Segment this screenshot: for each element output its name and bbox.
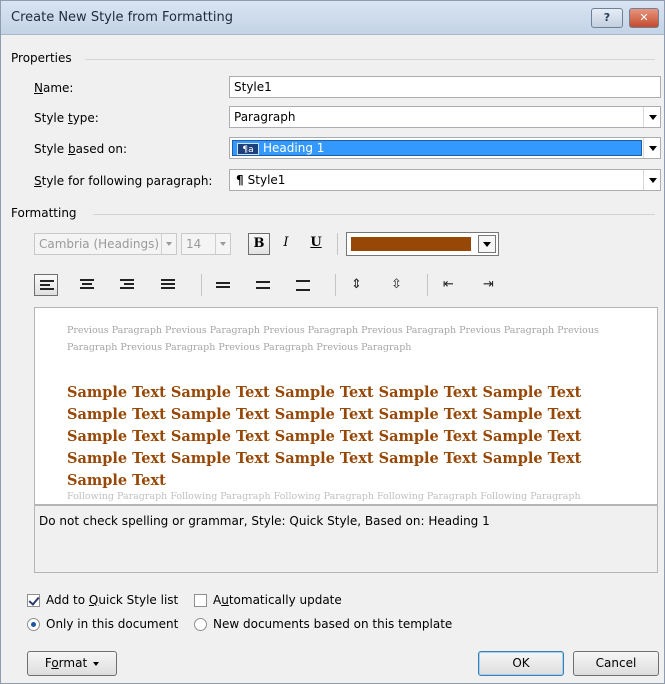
sample-text: Sample Text Sample Text Sample Text Samp… [67, 384, 582, 489]
font-size-value: 14 [186, 237, 202, 251]
single-spacing-icon [216, 279, 230, 291]
previous-paragraph-text: Previous Paragraph Previous Paragraph Pr… [67, 325, 599, 353]
align-right-button[interactable] [115, 274, 139, 296]
increase-paragraph-spacing-button[interactable]: ⇕ [347, 274, 371, 296]
properties-group-label: Properties [11, 51, 72, 65]
align-right-icon [120, 279, 134, 291]
toolbar-separator [337, 233, 338, 255]
following-paragraph-value: Style1 [247, 173, 286, 187]
caret-down-icon [93, 661, 100, 666]
add-quick-style-label: Add to Quick Style list [46, 593, 179, 607]
style-description: Do not check spelling or grammar, Style:… [34, 505, 658, 573]
based-on-label: Style based on: [34, 142, 128, 156]
chevron-down-icon[interactable] [643, 138, 660, 158]
italic-button[interactable]: I [275, 233, 297, 255]
following-paragraph-text: Following Paragraph Following Paragraph … [67, 491, 581, 502]
single-spacing-button[interactable] [211, 274, 235, 296]
format-button-label: Format [44, 656, 88, 670]
new-documents-radio[interactable] [194, 618, 207, 631]
dialog-title: Create New Style from Formatting [11, 10, 233, 25]
toolbar-separator [427, 274, 428, 296]
double-spacing-button[interactable] [291, 274, 315, 296]
increase-indent-icon: ⇥ [483, 277, 494, 292]
increase-spacing-icon: ⇕ [351, 277, 362, 292]
double-spacing-icon [296, 279, 310, 291]
align-center-button[interactable] [75, 274, 99, 296]
align-left-icon [40, 280, 54, 292]
style-preview: Previous Paragraph Previous Paragraph Pr… [34, 307, 658, 505]
auto-update-checkbox[interactable] [194, 594, 207, 607]
formatting-divider [93, 214, 655, 215]
underline-button[interactable]: U [305, 233, 327, 255]
following-paragraph-select[interactable]: ¶ Style1 [229, 169, 661, 191]
based-on-value: Heading 1 [263, 141, 325, 155]
chevron-down-icon[interactable] [161, 234, 176, 254]
align-center-icon [80, 279, 94, 291]
ok-button[interactable]: OK [478, 651, 564, 676]
linked-style-icon: ¶a [237, 143, 259, 155]
toolbar-separator [201, 274, 202, 296]
style-type-select[interactable]: Paragraph [229, 106, 661, 128]
style-type-label: Style type: [34, 111, 99, 125]
decrease-spacing-icon: ⇳ [391, 277, 402, 292]
decrease-indent-icon: ⇤ [443, 277, 454, 292]
name-label: Name: [34, 81, 74, 95]
style-type-value: Paragraph [234, 110, 296, 124]
create-style-dialog: Create New Style from Formatting ? ✕ Pro… [0, 0, 665, 684]
justify-icon [161, 279, 175, 291]
one-half-spacing-button[interactable] [251, 274, 275, 296]
toolbar-separator [335, 274, 336, 296]
font-color-picker[interactable] [346, 232, 499, 256]
decrease-paragraph-spacing-button[interactable]: ⇳ [387, 274, 411, 296]
bold-button[interactable]: B [248, 233, 270, 255]
based-on-select[interactable]: ¶a Heading 1 [229, 137, 661, 159]
chevron-down-icon[interactable] [643, 107, 660, 127]
one-half-spacing-icon [256, 279, 270, 291]
chevron-down-icon[interactable] [643, 170, 660, 190]
cancel-button[interactable]: Cancel [573, 651, 659, 676]
new-documents-label: New documents based on this template [213, 617, 453, 631]
align-left-button[interactable] [34, 274, 58, 296]
font-name-select[interactable]: Cambria (Headings) [34, 233, 177, 255]
font-color-swatch [351, 237, 471, 251]
paragraph-mark-icon: ¶ [236, 173, 244, 187]
name-input[interactable]: Style1 [229, 76, 661, 98]
formatting-group-label: Formatting [11, 206, 77, 220]
decrease-indent-button[interactable]: ⇤ [439, 274, 463, 296]
close-button[interactable]: ✕ [629, 8, 659, 28]
font-name-value: Cambria (Headings) [39, 237, 160, 251]
add-quick-style-checkbox[interactable] [27, 594, 40, 607]
title-bar: Create New Style from Formatting ? ✕ [1, 1, 664, 35]
following-paragraph-label: Style for following paragraph: [34, 174, 213, 188]
auto-update-label: Automatically update [213, 593, 342, 607]
chevron-down-icon[interactable] [478, 235, 496, 253]
help-button[interactable]: ? [591, 8, 623, 28]
only-this-document-label: Only in this document [46, 617, 179, 631]
chevron-down-icon[interactable] [215, 234, 230, 254]
based-on-selection: ¶a Heading 1 [232, 140, 642, 156]
justify-button[interactable] [156, 274, 180, 296]
properties-divider [85, 59, 655, 60]
format-menu-button[interactable]: Format [27, 651, 117, 676]
only-this-document-radio[interactable] [27, 618, 40, 631]
increase-indent-button[interactable]: ⇥ [479, 274, 503, 296]
font-size-select[interactable]: 14 [181, 233, 231, 255]
